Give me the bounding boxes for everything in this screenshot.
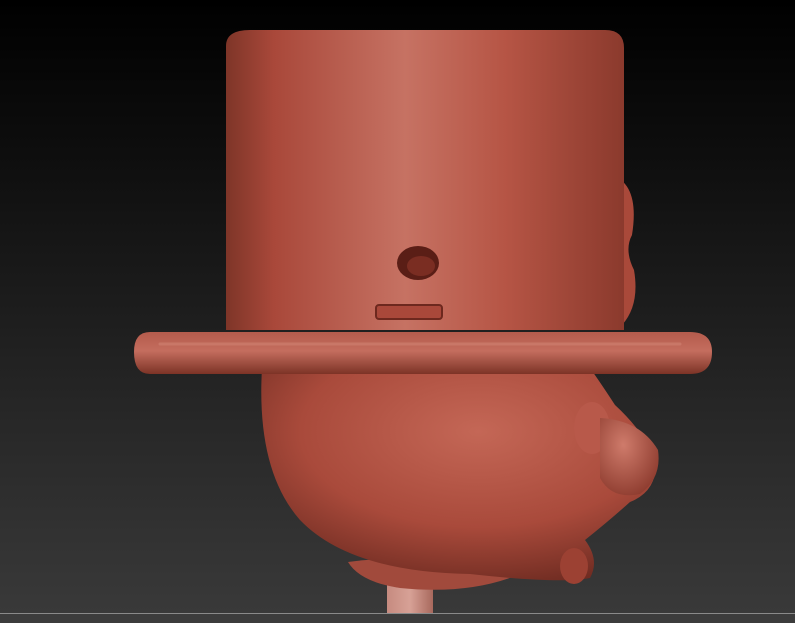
hat-brim[interactable] <box>134 332 712 374</box>
top-hat-crown[interactable] <box>226 30 624 330</box>
hat-band-notch[interactable] <box>375 304 443 320</box>
head[interactable] <box>261 368 656 581</box>
canvas-bottom-edge <box>0 613 795 623</box>
hat-hole-rim <box>407 256 435 276</box>
nose[interactable] <box>600 418 659 496</box>
3d-viewport[interactable] <box>0 0 795 623</box>
sculpt-model[interactable] <box>0 0 795 623</box>
chin[interactable] <box>560 548 588 584</box>
